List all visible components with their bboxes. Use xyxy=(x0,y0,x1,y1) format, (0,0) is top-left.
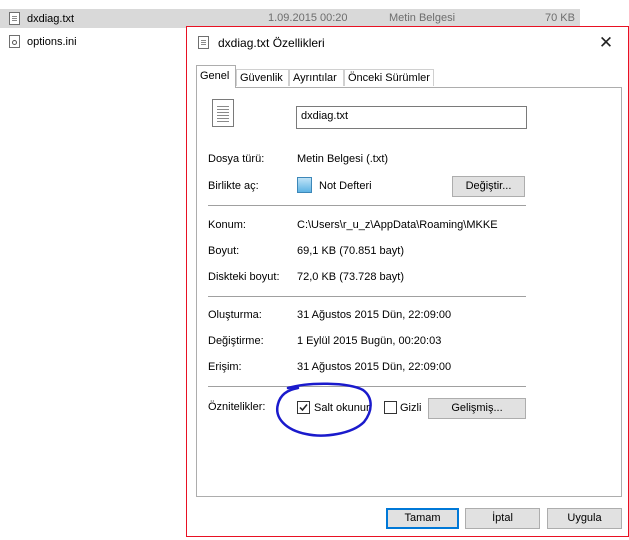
close-icon[interactable]: ✕ xyxy=(592,31,620,55)
file-date: 1.09.2015 00:20 xyxy=(268,12,348,24)
dialog-title: dxdiag.txt Özellikleri xyxy=(218,36,325,50)
accessed-value: 31 Ağustos 2015 Dün, 22:09:00 xyxy=(297,361,452,373)
ok-button[interactable]: Tamam xyxy=(386,508,459,529)
tab-previous-versions[interactable]: Önceki Sürümler xyxy=(344,69,434,86)
advanced-button[interactable]: Gelişmiş... xyxy=(428,398,526,419)
text-file-icon xyxy=(9,12,20,25)
notepad-icon xyxy=(297,177,312,193)
accessed-label: Erişim: xyxy=(208,361,242,373)
size-on-disk-label: Diskteki boyut: xyxy=(208,271,280,283)
tab-general[interactable]: Genel xyxy=(196,65,236,88)
size-value: 69,1 KB (70.851 bayt) xyxy=(297,245,405,257)
file-size: 70 KB xyxy=(545,12,575,24)
properties-dialog: dxdiag.txt Özellikleri ✕ Genel Güvenlik … xyxy=(186,26,629,537)
file-row-options[interactable]: options.ini xyxy=(0,32,77,51)
modified-value: 1 Eylül 2015 Bugün, 00:20:03 xyxy=(297,335,442,347)
file-type-value: Metin Belgesi (.txt) xyxy=(297,153,389,165)
hidden-label: Gizli xyxy=(400,402,422,414)
divider xyxy=(208,296,526,297)
size-on-disk-value: 72,0 KB (73.728 bayt) xyxy=(297,271,405,283)
file-type-label: Dosya türü: xyxy=(208,153,265,165)
attributes-label: Öznitelikler: xyxy=(208,401,266,413)
file-name-field[interactable]: dxdiag.txt xyxy=(296,106,527,129)
settings-file-icon xyxy=(9,35,20,48)
file-name: options.ini xyxy=(27,35,77,48)
text-file-icon xyxy=(212,99,234,127)
file-type: Metin Belgesi xyxy=(389,12,456,24)
apply-button[interactable]: Uygula xyxy=(547,508,622,529)
text-file-icon xyxy=(198,36,209,49)
location-label: Konum: xyxy=(208,219,246,231)
tab-details[interactable]: Ayrıntılar xyxy=(289,69,344,86)
hidden-checkbox[interactable] xyxy=(384,401,397,414)
divider xyxy=(208,205,526,206)
location-value: C:\Users\r_u_z\AppData\Roaming\MKKE xyxy=(297,219,498,231)
file-name: dxdiag.txt xyxy=(27,12,75,25)
general-panel: dxdiag.txt Dosya türü: Metin Belgesi (.t… xyxy=(196,87,622,497)
cancel-button[interactable]: İptal xyxy=(465,508,540,529)
change-button[interactable]: Değiştir... xyxy=(452,176,525,197)
opens-with-label: Birlikte aç: xyxy=(208,180,259,192)
tab-security[interactable]: Güvenlik xyxy=(236,69,289,86)
created-label: Oluşturma: xyxy=(208,309,262,321)
highlight-annotation xyxy=(275,382,372,437)
title-bar[interactable]: dxdiag.txt Özellikleri ✕ xyxy=(187,27,628,59)
opens-with-value: Not Defteri xyxy=(319,180,372,192)
size-label: Boyut: xyxy=(208,245,240,257)
created-value: 31 Ağustos 2015 Dün, 22:09:00 xyxy=(297,309,452,321)
modified-label: Değiştirme: xyxy=(208,335,264,347)
